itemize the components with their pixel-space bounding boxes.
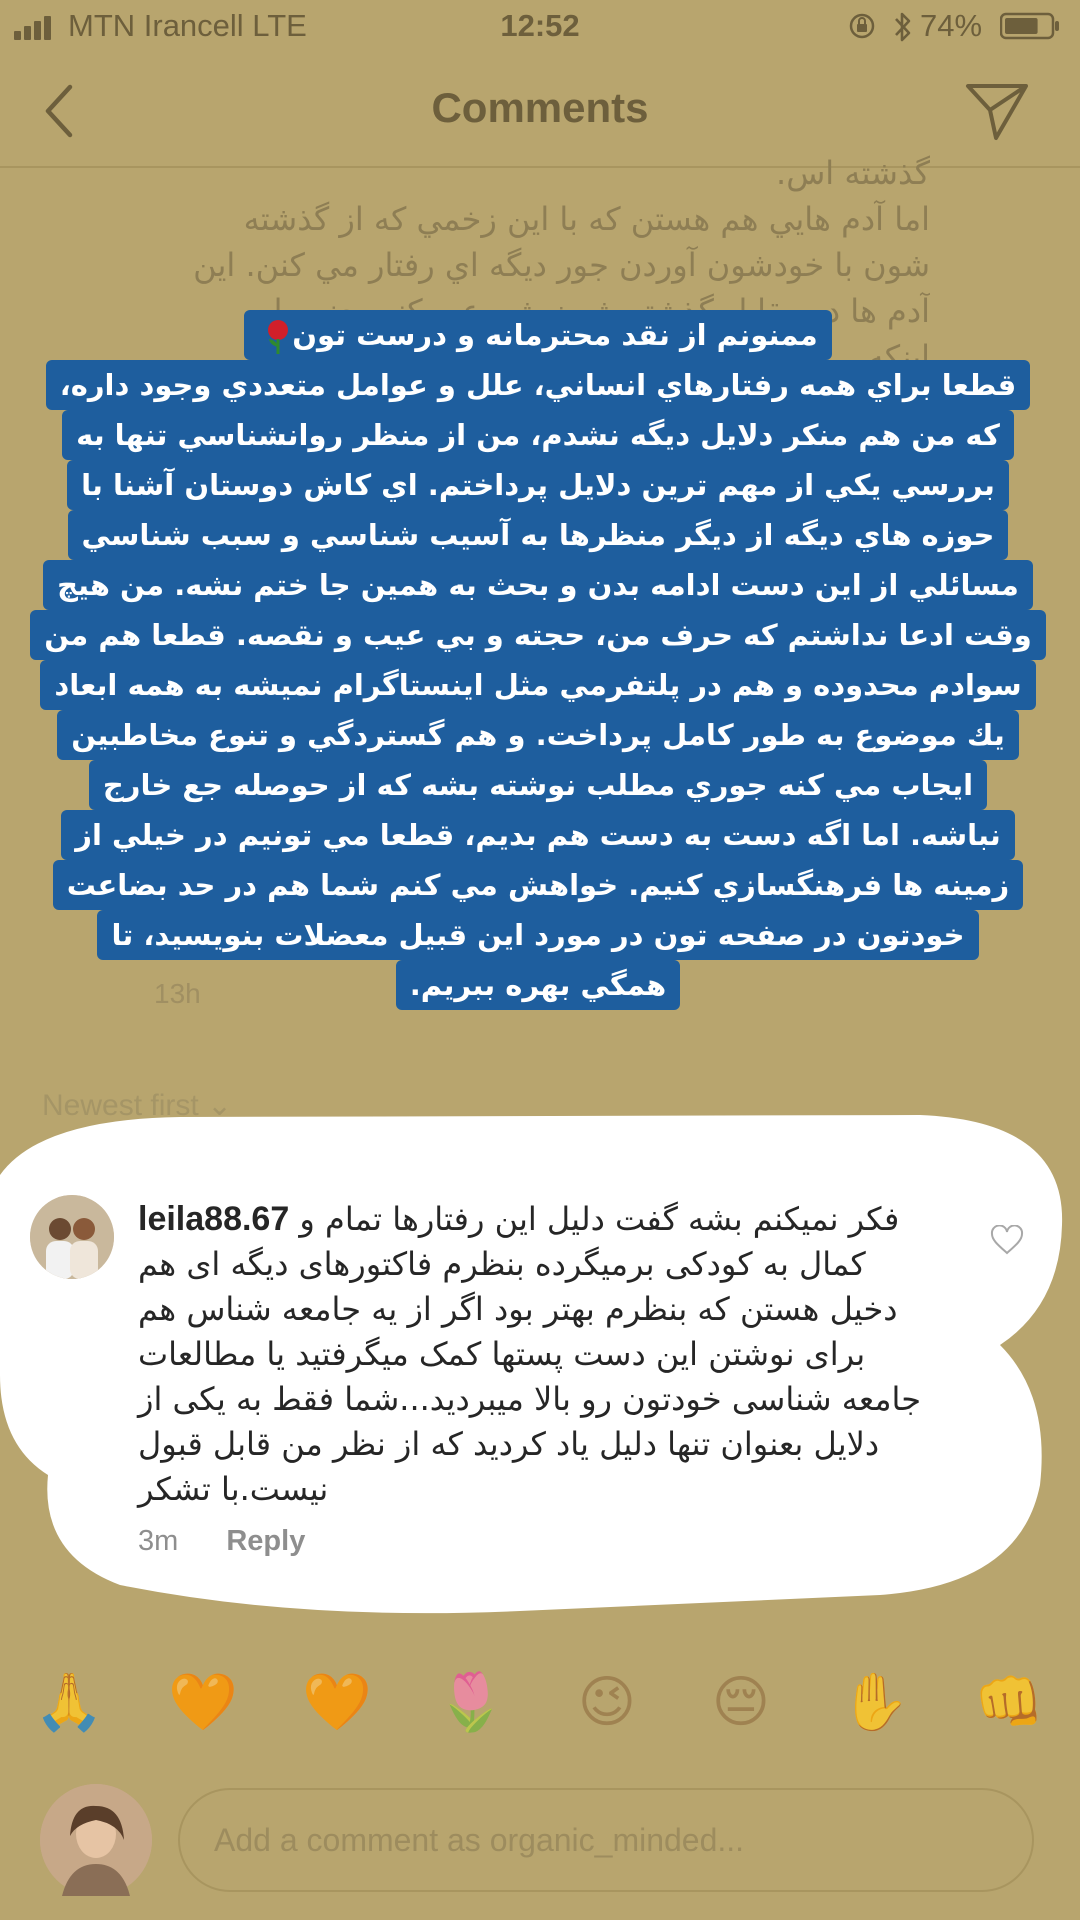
emoji-tulip-button[interactable]: 🌷 bbox=[436, 1668, 506, 1738]
story-line: ممنونم از نقد محترمانه و درست تون bbox=[244, 310, 832, 360]
story-line: يك موضوع به طور كامل پرداخت. و هم گستردگ… bbox=[57, 710, 1019, 760]
story-line: كه من هم منكر دلايل ديگه نشدم، من از منظ… bbox=[62, 410, 1014, 460]
story-text-overlay: ممنونم از نقد محترمانه و درست تون قطعا ب… bbox=[30, 310, 1046, 1010]
story-line: ايجاب مي كنه جوري مطلب نوشته بشه كه از ح… bbox=[88, 760, 988, 810]
current-user-avatar bbox=[40, 1784, 152, 1896]
story-line: همگي بهره ببريم. bbox=[395, 960, 681, 1010]
comment-meta: 3m Reply bbox=[138, 1525, 305, 1558]
story-line: قطعا براي همه رفتارهاي انساني، علل و عوا… bbox=[45, 360, 1031, 410]
story-line: نباشه. اما اگه دست به دست هم بديم، قطعا … bbox=[61, 810, 1015, 860]
comment-text: leila88.67 فکر نمیکنم بشه گفت دلیل این ر… bbox=[138, 1197, 938, 1512]
story-line: حوزه هاي ديگه از ديگر منظرها به آسيب شنا… bbox=[67, 510, 1009, 560]
previous-comment-line: شون با خودشون آوردن جور ديگه اي رفتار مي… bbox=[193, 246, 930, 284]
emoji-heart-button[interactable]: 🧡 bbox=[302, 1668, 372, 1738]
status-bar: MTN Irancell LTE 12:52 74% bbox=[0, 0, 1080, 54]
comment-body: leila88.67 فکر نمیکنم بشه گفت دلیل این ر… bbox=[138, 1197, 938, 1512]
story-line: زمينه ها فرهنگسازي كنيم. خواهش مي كنم شم… bbox=[52, 860, 1024, 910]
comment-message: فکر نمیکنم بشه گفت دلیل این رفتارها تمام… bbox=[138, 1200, 921, 1508]
status-time: 12:52 bbox=[500, 8, 580, 43]
story-line: وقت ادعا نداشتم كه حرف من، حجته و بي عيب… bbox=[30, 610, 1046, 660]
highlighted-comment: leila88.67 فکر نمیکنم بشه گفت دلیل این ر… bbox=[0, 1115, 1080, 1615]
page-title: Comments bbox=[431, 84, 649, 131]
story-line: خودتون در صفحه تون در مورد اين قبيل معضل… bbox=[97, 910, 979, 960]
emoji-fist-button[interactable]: 👊 bbox=[974, 1668, 1044, 1738]
battery-icon bbox=[1000, 12, 1059, 40]
battery-percent: 74% bbox=[920, 8, 983, 43]
comment-input[interactable] bbox=[178, 1788, 1034, 1892]
bluetooth-icon bbox=[895, 12, 911, 42]
emoji-pray-button[interactable]: 🙏 bbox=[34, 1668, 104, 1738]
reply-button[interactable]: Reply bbox=[226, 1525, 305, 1557]
orientation-lock-icon bbox=[849, 13, 875, 39]
comment-username[interactable]: leila88.67 bbox=[138, 1200, 289, 1238]
emoji-wink-button[interactable]: 😉 bbox=[572, 1668, 642, 1738]
story-line-text: ممنونم از نقد محترمانه و درست تون bbox=[292, 318, 818, 352]
previous-comment-line: اما آدم هايي هم هستن كه با اين زخمي كه ا… bbox=[243, 200, 930, 238]
direct-share-button[interactable] bbox=[964, 80, 1030, 142]
rose-icon bbox=[268, 320, 289, 354]
emoji-heart-button[interactable]: 🧡 bbox=[168, 1668, 238, 1738]
emoji-hand-button[interactable]: ✋ bbox=[840, 1668, 910, 1738]
story-line: سوادم محدوده و هم در پلتفرمي مثل اينستاگ… bbox=[40, 660, 1036, 710]
emoji-pensive-button[interactable]: 😔 bbox=[706, 1668, 776, 1738]
emoji-quick-bar: 🙏 🧡 🧡 🌷 😉 😔 ✋ 👊 bbox=[0, 1668, 1080, 1738]
story-line: مسائلي از اين دست ادامه بدن و بحث به همي… bbox=[43, 560, 1033, 610]
avatar-photo bbox=[30, 1195, 114, 1279]
previous-comment-line: گذشته اس. bbox=[776, 154, 930, 192]
commenter-avatar[interactable] bbox=[30, 1195, 114, 1279]
heart-icon[interactable] bbox=[990, 1225, 1024, 1255]
comment-time: 3m bbox=[138, 1525, 179, 1557]
story-line: بررسي يكي از مهم ترين دلايل پرداختم. اي … bbox=[67, 460, 1009, 510]
avatar-photo bbox=[40, 1784, 152, 1896]
